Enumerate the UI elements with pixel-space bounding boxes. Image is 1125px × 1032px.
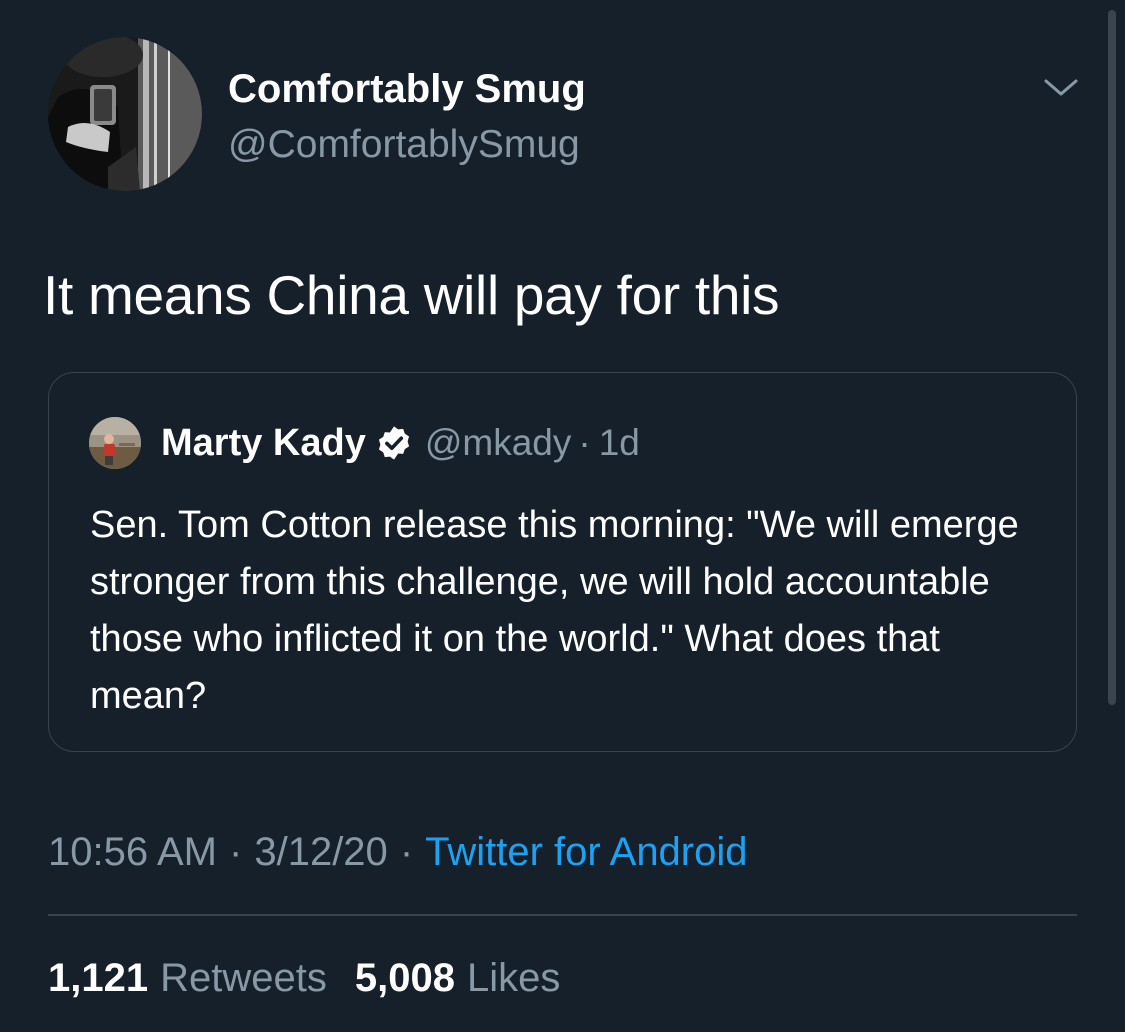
quoted-header-separator: · [578, 422, 591, 463]
quoted-author-avatar[interactable] [89, 417, 141, 469]
tweet-metadata: 10:56 AM · 3/12/20 · Twitter for Android [48, 826, 748, 878]
scrollbar[interactable] [1108, 10, 1116, 705]
author-avatar[interactable] [48, 37, 202, 191]
tweet-detail: Comfortably Smug @ComfortablySmug It mea… [0, 0, 1125, 1032]
quoted-tweet-time[interactable]: 1d [599, 418, 640, 468]
meta-separator: · [229, 830, 243, 874]
meta-separator: · [399, 830, 414, 874]
quoted-author-name[interactable]: Marty Kady [161, 418, 366, 468]
tweet-date[interactable]: 3/12/20 [254, 826, 387, 878]
retweets-count: 1,121 [48, 956, 149, 1000]
author-handle[interactable]: @ComfortablySmug [228, 122, 580, 168]
retweets-stat[interactable]: 1,121 Retweets [48, 952, 327, 1004]
tweet-stats: 1,121 Retweets 5,008 Likes [48, 952, 560, 1004]
quoted-tweet-card[interactable]: Marty Kady @mkady · 1d Sen. Tom Cotton r… [48, 372, 1077, 752]
retweets-label: Retweets [160, 956, 327, 1000]
stats-divider [48, 914, 1077, 916]
quoted-tweet-header: Marty Kady @mkady · 1d [161, 418, 640, 468]
likes-stat[interactable]: 5,008 Likes [355, 952, 561, 1004]
quoted-avatar-photo [89, 417, 141, 469]
chevron-down-icon[interactable] [1040, 72, 1082, 102]
quoted-author-handle[interactable]: @mkady [425, 418, 572, 468]
tweet-source-link[interactable]: Twitter for Android [425, 826, 747, 878]
verified-badge-icon [378, 426, 409, 460]
likes-label: Likes [466, 956, 561, 1000]
likes-count: 5,008 [354, 956, 455, 1000]
avatar-photo [48, 37, 202, 191]
tweet-time[interactable]: 10:56 AM [48, 826, 217, 878]
tweet-text: It means China will pay for this [43, 264, 780, 326]
author-display-name[interactable]: Comfortably Smug [228, 66, 586, 112]
quoted-tweet-text: Sen. Tom Cotton release this morning: "W… [90, 504, 1019, 717]
